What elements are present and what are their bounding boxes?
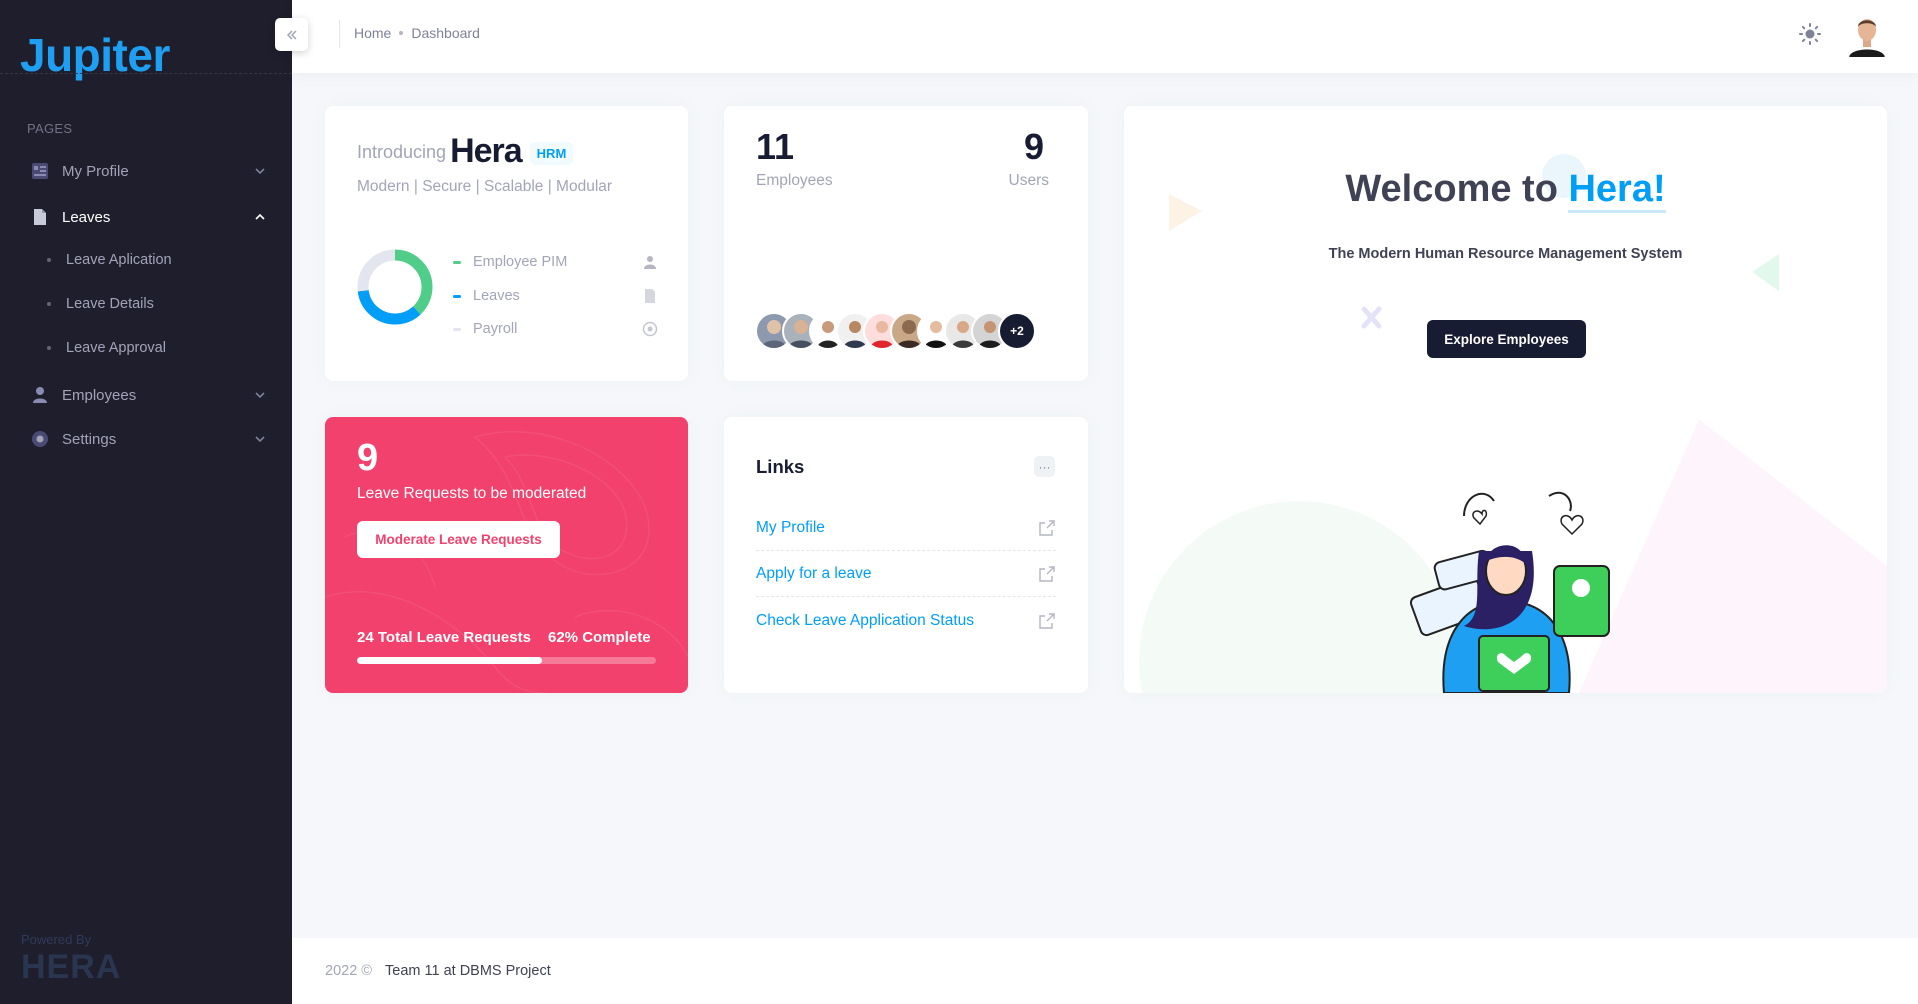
sidebar-item-employees[interactable]: Employees	[0, 376, 292, 414]
user-avatar[interactable]	[1845, 13, 1889, 57]
welcome-title: Welcome to Hera!	[1124, 168, 1887, 213]
product-name: Hera	[450, 132, 523, 170]
bullet-icon	[47, 346, 51, 350]
sidebar-subitem-label: Leave Approval	[66, 340, 166, 356]
links-card: Links ··· My Profile Apply for a leave C…	[724, 417, 1088, 693]
legend-item-employee-pim: Employee PIM	[453, 252, 658, 272]
users-label: Users	[1008, 172, 1049, 189]
external-link-icon	[1039, 520, 1055, 536]
welcome-highlight: Hera!	[1568, 168, 1666, 213]
bullet-icon	[47, 302, 51, 306]
user-icon	[30, 385, 50, 405]
section-label: PAGES	[27, 121, 73, 136]
sidebar-item-settings[interactable]: Settings	[0, 420, 292, 458]
intro-card: Introducing Hera HRM Modern | Secure | S…	[325, 106, 688, 381]
external-link-icon	[1039, 612, 1055, 629]
legend-marker	[453, 327, 461, 331]
link-my-profile[interactable]: My Profile	[756, 506, 1056, 551]
legend-label: Payroll	[473, 321, 518, 337]
link-label: My Profile	[756, 519, 825, 536]
users-count: 9	[1023, 126, 1044, 167]
more-options-button[interactable]: ···	[1034, 456, 1055, 477]
chevron-up-icon	[255, 213, 265, 220]
settings-icon	[30, 429, 50, 449]
pending-leave-count: 9	[357, 437, 379, 479]
sidebar-item-my-profile[interactable]: My Profile	[0, 152, 292, 190]
document-icon	[645, 289, 655, 303]
profile-card-icon	[30, 161, 50, 181]
footer-team-link[interactable]: Team 11 at DBMS Project	[385, 963, 551, 979]
external-link-icon	[1039, 566, 1055, 582]
collapse-sidebar-button[interactable]	[275, 18, 308, 51]
footer: 2022 © Team 11 at DBMS Project	[292, 938, 1918, 1004]
leave-requests-card: 9 Leave Requests to be moderated Moderat…	[325, 417, 688, 693]
link-apply-leave[interactable]: Apply for a leave	[756, 552, 1056, 597]
product-tagline: Modern | Secure | Scalable | Modular	[357, 178, 613, 195]
welcome-card: Welcome to Hera! The Modern Human Resour…	[1124, 106, 1887, 693]
modules-donut-chart	[357, 249, 433, 325]
sidebar-subitem-label: Leave Aplication	[66, 252, 172, 268]
sidebar-item-label: Settings	[62, 430, 117, 448]
breadcrumb-separator	[399, 31, 404, 35]
double-chevron-left-icon	[286, 29, 297, 40]
chevron-down-icon	[255, 436, 265, 443]
legend-item-payroll: Payroll	[453, 319, 658, 339]
explore-employees-button[interactable]: Explore Employees	[1427, 320, 1586, 358]
intro-heading: Introducing Hera HRM	[357, 132, 574, 171]
sidebar-item-label: My Profile	[62, 162, 129, 180]
more-avatars-badge[interactable]: +2	[998, 312, 1036, 350]
legend-label: Leaves	[473, 288, 520, 304]
link-label: Apply for a leave	[756, 565, 872, 582]
sidebar-subitem-leave-approval[interactable]: Leave Approval	[0, 331, 292, 365]
employees-count: 11	[756, 126, 795, 167]
product-badge: HRM	[529, 142, 574, 165]
breadcrumb-home[interactable]: Home	[354, 25, 391, 41]
hr-illustration	[1409, 491, 1610, 693]
header-divider	[339, 20, 340, 48]
pending-leave-label: Leave Requests to be moderated	[357, 485, 587, 502]
link-label: Check Leave Application Status	[756, 611, 974, 629]
top-header: Home Dashboard	[292, 0, 1918, 73]
completion-percent: 62% Complete	[548, 629, 651, 646]
completion-progress-bar	[357, 657, 656, 664]
progress-fill	[357, 657, 543, 664]
chevron-down-icon	[255, 392, 265, 399]
total-leave-requests: 24 Total Leave Requests	[357, 629, 531, 646]
legend-label: Employee PIM	[473, 254, 568, 270]
divider	[0, 73, 292, 74]
welcome-subtitle: The Modern Human Resource Management Sys…	[1328, 246, 1683, 262]
sun-icon[interactable]	[1798, 22, 1822, 46]
link-check-leave-status[interactable]: Check Leave Application Status	[756, 598, 1056, 643]
footer-copyright: 2022 ©	[325, 963, 372, 979]
bullet-icon	[47, 258, 51, 262]
user-icon	[644, 256, 656, 269]
links-title: Links	[756, 456, 805, 477]
sidebar-item-label: Leaves	[62, 208, 111, 226]
employee-avatars: +2	[755, 312, 1036, 350]
chevron-down-icon	[255, 168, 265, 175]
sidebar: Jupiter PAGES My Profile Leaves Leave Ap…	[0, 0, 292, 1004]
employees-label: Employees	[756, 172, 833, 189]
breadcrumb: Home Dashboard	[354, 25, 480, 41]
document-icon	[30, 207, 50, 227]
legend-marker	[453, 294, 461, 298]
hera-logo: HERA	[21, 948, 122, 986]
intro-prefix: Introducing	[357, 142, 447, 162]
moderate-leave-requests-button[interactable]: Moderate Leave Requests	[357, 521, 560, 558]
stats-card: 11 Employees 9 Users +2	[724, 106, 1088, 381]
breadcrumb-current: Dashboard	[411, 25, 480, 41]
powered-by-label: Powered By	[21, 932, 92, 947]
target-icon	[642, 321, 658, 337]
legend-item-leaves: Leaves	[453, 286, 658, 306]
sidebar-item-leaves[interactable]: Leaves	[0, 198, 292, 236]
sidebar-subitem-label: Leave Details	[66, 296, 154, 312]
welcome-prefix: Welcome to	[1345, 168, 1558, 210]
sidebar-subitem-leave-details[interactable]: Leave Details	[0, 287, 292, 321]
sidebar-item-label: Employees	[62, 386, 137, 404]
sidebar-subitem-leave-application[interactable]: Leave Aplication	[0, 243, 292, 277]
legend-marker	[453, 260, 461, 264]
